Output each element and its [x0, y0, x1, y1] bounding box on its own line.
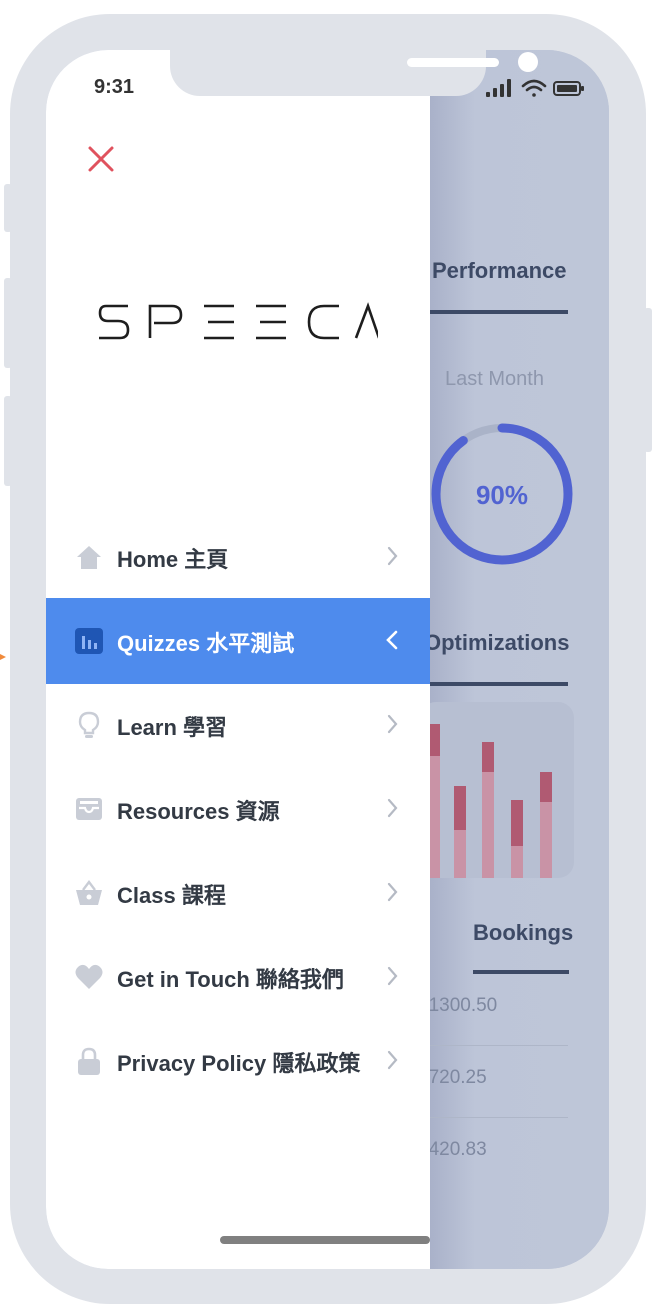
chevron-right-icon — [387, 966, 398, 986]
chevron-right-icon — [387, 882, 398, 902]
bar-segment — [482, 742, 494, 772]
home-indicator[interactable] — [220, 1236, 430, 1244]
speaker-grille — [407, 58, 499, 67]
nav-item-tray[interactable]: Resources 資源 — [46, 766, 430, 852]
bookings-title: Bookings — [473, 920, 574, 945]
nav-item-basket[interactable]: Class 課程 — [46, 850, 430, 936]
percent-label: 90% — [476, 480, 528, 510]
close-icon[interactable] — [84, 142, 118, 176]
bar-segment — [540, 802, 552, 878]
nav-item-label: Resources 資源 — [117, 799, 280, 824]
battery-icon — [553, 81, 584, 96]
home-icon — [77, 546, 101, 569]
nav-item-label: Class 課程 — [117, 883, 226, 908]
bar-segment — [540, 772, 552, 802]
phone-side-button — [4, 184, 12, 232]
optimizations-underline — [426, 682, 568, 686]
nav-item-lock[interactable]: Privacy Policy 隱私政策 — [46, 1018, 430, 1104]
status-icons — [486, 79, 584, 97]
lock-icon — [78, 1047, 100, 1075]
screen: Performance Last Month 90% Optimizations — [46, 50, 609, 1269]
bar-segment — [482, 772, 494, 878]
nav-item-lightbulb[interactable]: Learn 學習 — [46, 682, 430, 768]
bar-segment — [511, 846, 523, 878]
bar-chart-icon — [75, 628, 103, 654]
bar-segment — [511, 800, 523, 846]
orange-marker-icon — [0, 654, 6, 660]
nav-item-label: Quizzes 水平測試 — [117, 631, 295, 656]
basket-icon — [76, 880, 102, 905]
booking-row: $720.25 — [418, 1045, 568, 1118]
optimizations-bars — [428, 724, 552, 878]
nav-item-label: Learn 學習 — [117, 715, 228, 740]
phone-side-button — [644, 308, 652, 452]
optimizations-chart-card — [420, 702, 574, 878]
wifi-icon — [521, 79, 547, 97]
speeca-logo — [98, 302, 378, 340]
performance-underline — [430, 310, 568, 314]
heart-icon — [75, 964, 103, 989]
nav-item-bar-chart[interactable]: Quizzes 水平測試 — [46, 598, 430, 684]
performance-title: Performance — [432, 258, 567, 283]
notch — [170, 50, 538, 96]
navigation-drawer: 9:31 Home 主頁 Quizzes 水平測試 Learn 學習 Resource… — [46, 50, 430, 1269]
nav-item-label: Home 主頁 — [117, 547, 229, 572]
chevron-left-icon — [386, 630, 398, 650]
chevron-right-icon — [387, 546, 398, 566]
phone-side-button — [4, 278, 12, 368]
chevron-right-icon — [387, 1050, 398, 1070]
nav-item-label: Get in Touch 聯絡我們 — [117, 967, 344, 992]
front-camera — [518, 52, 538, 72]
optimizations-title: Optimizations — [424, 630, 570, 655]
booking-row: $420.83 — [418, 1117, 568, 1189]
chevron-right-icon — [387, 798, 398, 818]
nav-item-heart[interactable]: Get in Touch 聯絡我們 — [46, 934, 430, 1020]
bar-segment — [454, 786, 466, 830]
progress-donut: 90% — [431, 423, 573, 565]
bar-segment — [454, 830, 466, 878]
nav-item-label: Privacy Policy 隱私政策 — [117, 1051, 361, 1076]
nav-item-home[interactable]: Home 主頁 — [46, 514, 430, 600]
chevron-right-icon — [387, 714, 398, 734]
phone-side-button — [4, 396, 12, 486]
status-time: 9:31 — [94, 76, 135, 98]
signal-icon — [486, 79, 511, 97]
background-dashboard: Performance Last Month 90% Optimizations — [418, 50, 609, 1269]
booking-row: $1300.50 — [418, 973, 568, 1046]
tray-icon — [76, 798, 102, 820]
lightbulb-icon — [78, 711, 100, 738]
last-month-label: Last Month — [445, 368, 544, 390]
